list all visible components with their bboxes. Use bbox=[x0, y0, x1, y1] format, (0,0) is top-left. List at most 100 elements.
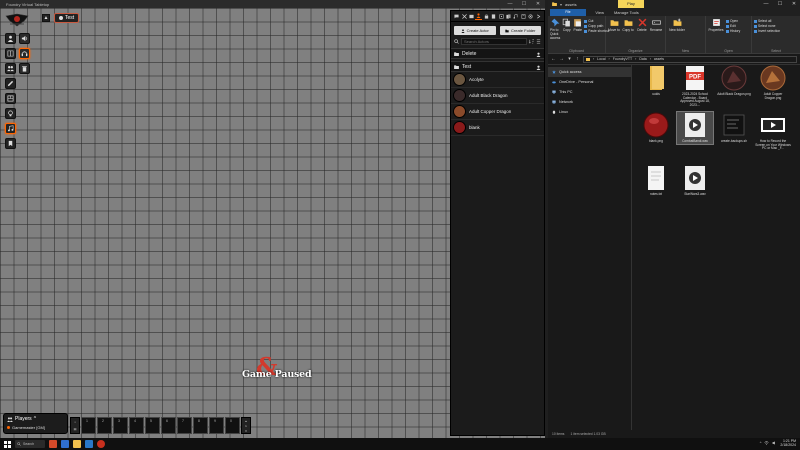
volume-button[interactable] bbox=[19, 33, 30, 44]
actor-row[interactable]: Acolyte bbox=[451, 72, 544, 88]
recent-dropdown-icon[interactable]: ▾ bbox=[567, 56, 572, 62]
taskbar-app-foundry[interactable] bbox=[97, 440, 105, 448]
macro-slot[interactable]: 1 bbox=[81, 417, 96, 434]
file-item[interactable]: notes.txt bbox=[638, 165, 674, 197]
create-folder-button[interactable]: Create Folder bbox=[499, 26, 541, 35]
forward-arrow-icon[interactable]: → bbox=[559, 56, 564, 62]
macro-slot[interactable]: 7 bbox=[177, 417, 192, 434]
nav-item-onedrive[interactable]: OneDrive - Personal bbox=[548, 77, 631, 87]
tab-settings[interactable] bbox=[527, 13, 534, 20]
nav-item-quick-access[interactable]: Quick access bbox=[548, 67, 631, 77]
maximize-button[interactable]: ☐ bbox=[774, 0, 786, 8]
taskbar-search[interactable]: Search bbox=[15, 440, 45, 448]
players-header[interactable]: Players ^ bbox=[7, 416, 64, 422]
macro-slot[interactable]: 0 bbox=[225, 417, 240, 434]
breadcrumb-foundryvtt[interactable]: FoundryVTT bbox=[613, 57, 632, 61]
tab-manage-tools[interactable]: Manage Tools bbox=[610, 9, 643, 16]
macro-slot[interactable]: 3 bbox=[113, 417, 128, 434]
wifi-icon[interactable] bbox=[764, 441, 770, 445]
play-context-tab[interactable]: Play bbox=[618, 0, 644, 8]
breadcrumb-data[interactable]: Data bbox=[639, 57, 646, 61]
tab-playlists[interactable] bbox=[512, 13, 519, 20]
actor-row[interactable]: Adult Copper Dragon bbox=[451, 104, 544, 120]
hotbar-folder-icon[interactable]: ▤ bbox=[74, 427, 77, 431]
actor-row[interactable]: Adult Black Dragon bbox=[451, 88, 544, 104]
address-bar[interactable]: › Local › FoundryVTT › Data › assets bbox=[583, 55, 797, 63]
start-button[interactable] bbox=[4, 440, 11, 448]
tab-journal[interactable] bbox=[490, 13, 497, 20]
open-button[interactable]: Open bbox=[726, 19, 740, 23]
taskbar-app-firefox[interactable] bbox=[49, 440, 57, 448]
create-entry-icon[interactable] bbox=[536, 65, 541, 70]
up-arrow-icon[interactable]: ↑ bbox=[575, 56, 580, 62]
quick-access-toolbar-icon[interactable]: ▾ bbox=[560, 2, 562, 7]
tab-view[interactable]: View bbox=[591, 9, 608, 16]
breadcrumb-assets[interactable]: assets bbox=[654, 57, 664, 61]
search-actors-input[interactable] bbox=[461, 38, 527, 45]
players-toggle-icon[interactable]: ^ bbox=[34, 416, 36, 422]
macro-slot[interactable]: 4 bbox=[129, 417, 144, 434]
tab-items[interactable] bbox=[483, 13, 490, 20]
notes-controls-button[interactable] bbox=[5, 138, 16, 149]
tab-chat[interactable] bbox=[453, 13, 460, 20]
file-item[interactable]: create-backups.sh bbox=[716, 112, 752, 144]
tab-compendium[interactable] bbox=[520, 13, 527, 20]
folder-row[interactable]: Test bbox=[451, 61, 544, 72]
lighting-controls-button[interactable] bbox=[5, 108, 16, 119]
taskbar-app-explorer[interactable] bbox=[73, 440, 81, 448]
hotbar-controls[interactable]: ▪ ▤ bbox=[70, 417, 80, 434]
history-button[interactable]: History bbox=[726, 29, 740, 33]
tab-file[interactable]: File bbox=[550, 9, 586, 16]
create-entry-icon[interactable] bbox=[536, 52, 541, 57]
actor-row[interactable]: blank bbox=[451, 120, 544, 136]
nav-item-linux[interactable]: Linux bbox=[548, 107, 631, 117]
taskbar-app-store[interactable] bbox=[61, 440, 69, 448]
tab-actors[interactable] bbox=[475, 13, 483, 20]
file-item[interactable]: Adult Black Dragon.png bbox=[716, 65, 752, 97]
minimize-button[interactable]: — bbox=[760, 0, 772, 8]
tab-tables[interactable] bbox=[498, 13, 505, 20]
drawing-controls-button[interactable] bbox=[5, 78, 16, 89]
tile-controls-button[interactable] bbox=[5, 63, 16, 74]
edit-button[interactable]: Edit bbox=[726, 24, 740, 28]
macro-slot[interactable]: 8 bbox=[193, 417, 208, 434]
file-item[interactable]: How to Record the Screen on Your Windows… bbox=[755, 112, 791, 151]
create-actor-button[interactable]: Create Actor bbox=[454, 26, 496, 35]
tab-combat[interactable] bbox=[461, 13, 468, 20]
breadcrumb-local[interactable]: Local bbox=[597, 57, 605, 61]
sound-controls-button[interactable] bbox=[5, 123, 16, 134]
collapse-all-icon[interactable] bbox=[536, 39, 541, 44]
sort-icon[interactable] bbox=[529, 39, 534, 44]
macro-slot[interactable]: 6 bbox=[161, 417, 176, 434]
collapse-controls-button[interactable]: ▲ bbox=[42, 14, 50, 22]
tab-scenes[interactable] bbox=[468, 13, 475, 20]
select-none-button[interactable]: Select none bbox=[754, 24, 780, 28]
hotbar-lock-icon[interactable]: ▪ bbox=[74, 420, 75, 424]
file-item[interactable]: Adult Copper Dragon.png bbox=[755, 65, 791, 100]
select-all-button[interactable]: Select all bbox=[754, 19, 780, 23]
nav-item-network[interactable]: Network bbox=[548, 97, 631, 107]
wall-controls-button[interactable] bbox=[5, 93, 16, 104]
hotbar-page-controls[interactable]: ▴ 1 ▾ bbox=[241, 417, 251, 434]
minimize-button[interactable]: — bbox=[503, 0, 517, 8]
macro-slot[interactable]: 5 bbox=[145, 417, 160, 434]
macro-slot[interactable]: 2 bbox=[97, 417, 112, 434]
file-item[interactable]: StarWars3.wav bbox=[677, 165, 713, 197]
foundry-logo[interactable] bbox=[4, 12, 30, 28]
chevron-up-icon[interactable]: ^ bbox=[760, 441, 762, 445]
tab-cards[interactable] bbox=[505, 13, 512, 20]
tab-collapse[interactable] bbox=[535, 13, 542, 20]
clock[interactable]: 1:21 PM 2/18/2024 bbox=[780, 439, 796, 447]
file-item[interactable]: PDF 2023-2024 School Calendar - Board Ap… bbox=[677, 65, 713, 107]
back-arrow-icon[interactable]: ← bbox=[551, 56, 556, 62]
delete-button[interactable] bbox=[19, 63, 30, 74]
file-item[interactable]: uuids bbox=[638, 65, 674, 97]
close-button[interactable]: ✕ bbox=[531, 0, 545, 8]
volume-icon[interactable] bbox=[772, 441, 777, 445]
players-panel[interactable]: Players ^ Gamemaster [GM] bbox=[3, 413, 68, 434]
measure-controls-button[interactable] bbox=[5, 48, 16, 59]
close-button[interactable]: ✕ bbox=[788, 0, 800, 8]
file-item-selected[interactable]: CombatBandi.wav bbox=[676, 111, 714, 145]
nav-item-this-pc[interactable]: This PC bbox=[548, 87, 631, 97]
token-controls-button[interactable] bbox=[5, 33, 16, 44]
